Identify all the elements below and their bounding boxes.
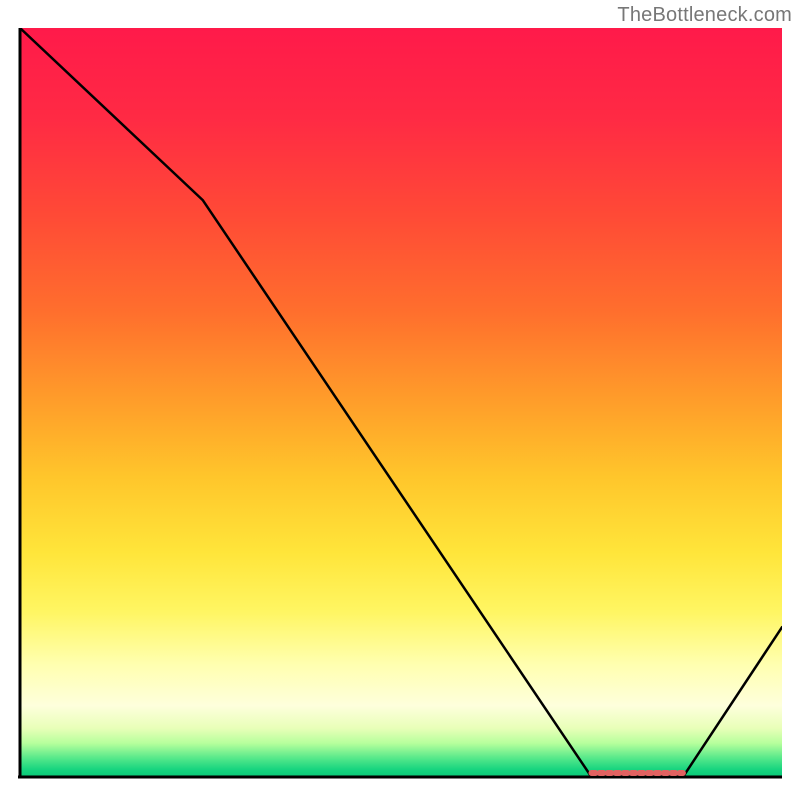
bottleneck-chart: [18, 28, 782, 788]
watermark-label: TheBottleneck.com: [617, 4, 792, 27]
chart-frame: TheBottleneck.com: [0, 0, 800, 800]
plot-gradient: [20, 28, 782, 777]
